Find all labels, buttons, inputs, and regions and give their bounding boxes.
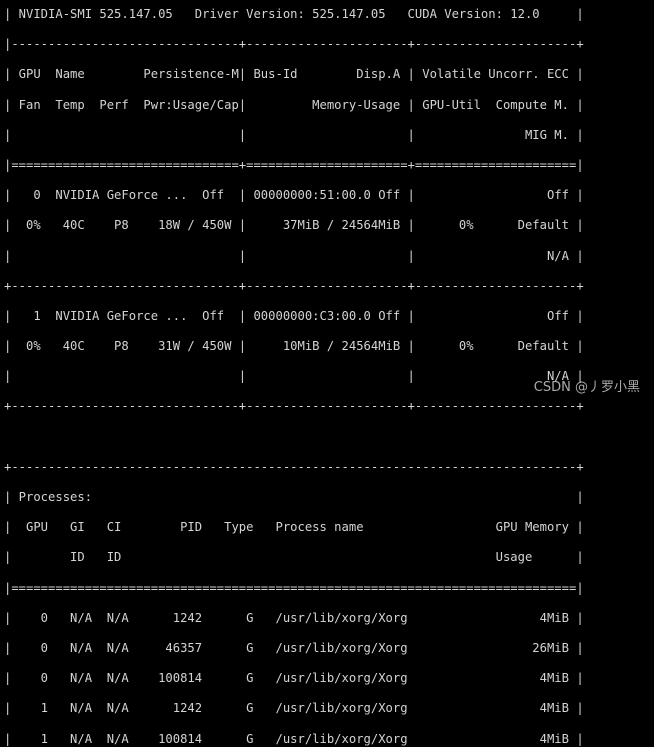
process-row: | 0 N/A N/A 100814 G /usr/lib/xorg/Xorg … bbox=[4, 671, 584, 686]
gpu-0-row-3: | | | N/A | bbox=[4, 248, 584, 263]
gpu-0-row-1: | 0 NVIDIA GeForce ... Off | 00000000:51… bbox=[4, 188, 584, 203]
process-row: | 0 N/A N/A 1242 G /usr/lib/xorg/Xorg 4M… bbox=[4, 610, 584, 625]
process-row: | 1 N/A N/A 100814 G /usr/lib/xorg/Xorg … bbox=[4, 731, 584, 746]
gpu-column-header-3: | | | MIG M. | bbox=[4, 127, 584, 142]
processes-header-separator: |=======================================… bbox=[4, 580, 584, 595]
gpu-column-header-1: | GPU Name Persistence-M| Bus-Id Disp.A … bbox=[4, 67, 584, 82]
gpu-column-header-2: | Fan Temp Perf Pwr:Usage/Cap| Memory-Us… bbox=[4, 97, 584, 112]
gpu-header-separator: |===============================+=======… bbox=[4, 157, 584, 172]
processes-top-divider: +---------------------------------------… bbox=[4, 459, 584, 474]
process-row: | 1 N/A N/A 1242 G /usr/lib/xorg/Xorg 4M… bbox=[4, 701, 584, 716]
terminal-output: | NVIDIA-SMI 525.147.05 Driver Version: … bbox=[4, 7, 584, 747]
gpu-1-row-2: | 0% 40C P8 31W / 450W | 10MiB / 24564Mi… bbox=[4, 339, 584, 354]
header-divider: |-------------------------------+-------… bbox=[4, 37, 584, 52]
gpu-0-row-2: | 0% 40C P8 18W / 450W | 37MiB / 24564Mi… bbox=[4, 218, 584, 233]
gpu-1-row-1: | 1 NVIDIA GeForce ... Off | 00000000:C3… bbox=[4, 308, 584, 323]
header-version-line: | NVIDIA-SMI 525.147.05 Driver Version: … bbox=[4, 7, 584, 21]
gpu-1-row-3: | | | N/A | bbox=[4, 369, 584, 384]
process-row: | 0 N/A N/A 46357 G /usr/lib/xorg/Xorg 2… bbox=[4, 640, 584, 655]
gpu-0-divider: +-------------------------------+-------… bbox=[4, 278, 584, 293]
gpu-1-divider: +-------------------------------+-------… bbox=[4, 399, 584, 414]
processes-column-header-2: | ID ID Usage | bbox=[4, 550, 584, 565]
processes-title: | Processes: | bbox=[4, 490, 584, 504]
csdn-watermark: CSDN @丿罗小黑 bbox=[533, 380, 640, 395]
terminal-window[interactable]: | NVIDIA-SMI 525.147.05 Driver Version: … bbox=[0, 0, 654, 746]
processes-column-header-1: | GPU GI CI PID Type Process name GPU Me… bbox=[4, 520, 584, 535]
